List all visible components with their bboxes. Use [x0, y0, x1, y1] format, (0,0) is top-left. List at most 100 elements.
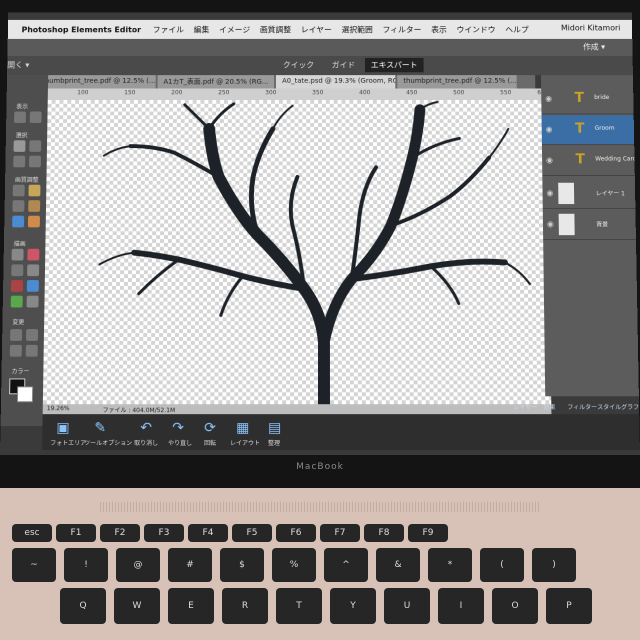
effects-panel-button[interactable]: 効果	[543, 402, 555, 411]
menu-select[interactable]: 選択範囲	[342, 24, 373, 34]
app-name[interactable]: Photoshop Elements Editor	[22, 25, 142, 34]
menu-enhance[interactable]: 画質調整	[260, 24, 291, 34]
keyboard: esc F1 F2 F3 F4 F5 F6 F7 F8 F9 ~! @ # $% ^ & *() Q W E R T Y U I…	[0, 488, 640, 640]
doc-tab[interactable]: A1カT_表面.pdf @ 20.5% (RG...	[157, 75, 275, 89]
menu-layer[interactable]: レイヤー	[301, 24, 332, 34]
blur-icon[interactable]	[12, 215, 25, 228]
graphics-panel-button[interactable]: グラフ	[621, 402, 639, 411]
undo-icon[interactable]: ↶	[140, 420, 152, 436]
keyboard-key: *	[428, 548, 472, 582]
rotate-icon[interactable]: ⟳	[204, 420, 216, 436]
shape-icon[interactable]	[26, 280, 39, 292]
keyboard-key: F7	[320, 524, 360, 542]
pencil-icon[interactable]	[11, 248, 24, 261]
keyboard-key: &	[376, 548, 420, 582]
background-color-swatch[interactable]	[16, 386, 34, 403]
sponge-icon[interactable]	[27, 215, 40, 228]
tool-options-button[interactable]: ツールオプション	[84, 438, 132, 447]
eye-tool-icon[interactable]	[12, 184, 25, 197]
crop-icon[interactable]	[10, 329, 23, 341]
menu-image[interactable]: イメージ	[219, 24, 250, 34]
menu-view[interactable]: 表示	[431, 24, 447, 34]
visibility-eye-icon[interactable]: ◉	[546, 125, 553, 134]
magic-wand-icon[interactable]	[28, 155, 41, 168]
visibility-eye-icon[interactable]: ◉	[545, 94, 552, 103]
organizer-button[interactable]: 整理	[268, 438, 280, 447]
layer-row[interactable]: ◉ T Wedding Card	[541, 146, 637, 176]
gradient-icon[interactable]	[27, 264, 40, 277]
menu-window[interactable]: ウインドウ	[456, 24, 495, 34]
layer-row[interactable]: ◉ レイヤー 1	[542, 178, 636, 209]
keyboard-key: F1	[56, 524, 96, 542]
document-canvas[interactable]	[42, 99, 552, 405]
layer-name: Wedding Card	[595, 155, 637, 163]
type-tool-icon[interactable]	[10, 295, 23, 308]
tree-artwork	[43, 100, 551, 404]
layer-thumbnail	[558, 182, 575, 205]
layer-row[interactable]: ◉ 背景	[542, 209, 636, 241]
screen: Photoshop Elements Editor ファイル 編集 イメージ 画…	[0, 12, 640, 455]
toolbox-section-view: 表示	[16, 103, 29, 111]
healing-icon[interactable]	[12, 200, 25, 212]
layout-button[interactable]: レイアウト	[230, 438, 260, 447]
layer-row[interactable]: ◉ T bride	[541, 84, 634, 115]
doc-tab[interactable]: thumbprint_tree.pdf @ 12.5% (...	[36, 75, 156, 89]
open-button[interactable]: 開く ▾	[7, 60, 29, 70]
photo-bin-icon[interactable]: ▣	[56, 420, 69, 436]
organizer-icon[interactable]: ▤	[268, 420, 281, 436]
move-tool-icon[interactable]	[13, 140, 26, 152]
lasso-tool-icon[interactable]	[13, 155, 26, 168]
redo-button[interactable]: やり直し	[168, 438, 192, 447]
eraser-icon[interactable]	[27, 248, 40, 261]
keyboard-key: T	[276, 588, 322, 624]
toolbox: 表示 選択 画質調整 描画 変更 カラー	[0, 75, 49, 427]
layout-icon[interactable]: ▦	[236, 420, 249, 436]
menu-edit[interactable]: 編集	[194, 24, 210, 34]
layer-name: レイヤー 1	[595, 190, 625, 198]
marquee-tool-icon[interactable]	[29, 140, 42, 152]
menu-file[interactable]: ファイル	[153, 24, 184, 34]
paint-bucket-icon[interactable]	[11, 264, 24, 277]
straighten-icon[interactable]	[9, 344, 22, 357]
speaker-grille	[100, 502, 540, 512]
keyboard-key: W	[114, 588, 160, 624]
layer-row-selected[interactable]: ◉ T Groom	[541, 115, 635, 146]
zoom-readout: 19.26%	[46, 405, 70, 413]
keyboard-key: #	[168, 548, 212, 582]
mode-guided[interactable]: ガイド	[332, 60, 355, 70]
macbook-logo: MacBook	[296, 462, 344, 472]
doc-tab-active[interactable]: A0_tate.psd @ 19.3% (Groom, RGB/8) *	[276, 75, 396, 89]
text-layer-icon: T	[575, 151, 586, 168]
content-move-icon[interactable]	[25, 344, 38, 357]
keyboard-key: F6	[276, 524, 316, 542]
menu-filter[interactable]: フィルター	[383, 24, 422, 34]
visibility-eye-icon[interactable]: ◉	[546, 156, 553, 165]
mode-expert[interactable]: エキスパート	[364, 57, 424, 73]
redo-icon[interactable]: ↷	[172, 420, 184, 436]
styles-panel-button[interactable]: スタイル	[597, 402, 621, 411]
create-button[interactable]: 作成 ▾	[583, 42, 605, 52]
pen-icon[interactable]	[26, 295, 39, 308]
photo-scene: Photoshop Elements Editor ファイル 編集 イメージ 画…	[0, 0, 640, 640]
status-bar: 19.26% ファイル : 404.0M/52.1M	[42, 404, 552, 415]
eyedropper-icon[interactable]	[10, 280, 24, 292]
brush-fix-icon[interactable]	[28, 184, 41, 197]
layers-panel-button[interactable]: レイヤー	[513, 402, 537, 411]
mode-quick[interactable]: クイック	[283, 60, 314, 70]
visibility-eye-icon[interactable]: ◉	[546, 189, 553, 198]
zoom-tool-icon[interactable]	[14, 111, 27, 124]
tool-options-icon[interactable]: ✎	[94, 420, 106, 436]
doc-tab[interactable]: thumbprint_tree.pdf @ 12.5% (...	[397, 75, 517, 89]
hand-tool-icon[interactable]	[29, 111, 42, 124]
stamp-icon[interactable]	[28, 200, 41, 212]
keyboard-key: (	[480, 548, 524, 582]
visibility-eye-icon[interactable]: ◉	[547, 220, 554, 229]
undo-button[interactable]: 取り消し	[134, 438, 158, 447]
rotate-button[interactable]: 回転	[204, 438, 216, 447]
user-name[interactable]: Midori Kitamori	[561, 24, 620, 33]
filters-panel-button[interactable]: フィルター	[567, 402, 597, 411]
recompose-icon[interactable]	[25, 329, 39, 341]
photo-bin-button[interactable]: フォトエリア	[50, 438, 86, 447]
ruler-label: 200	[171, 89, 183, 97]
menu-help[interactable]: ヘルプ	[505, 24, 529, 34]
